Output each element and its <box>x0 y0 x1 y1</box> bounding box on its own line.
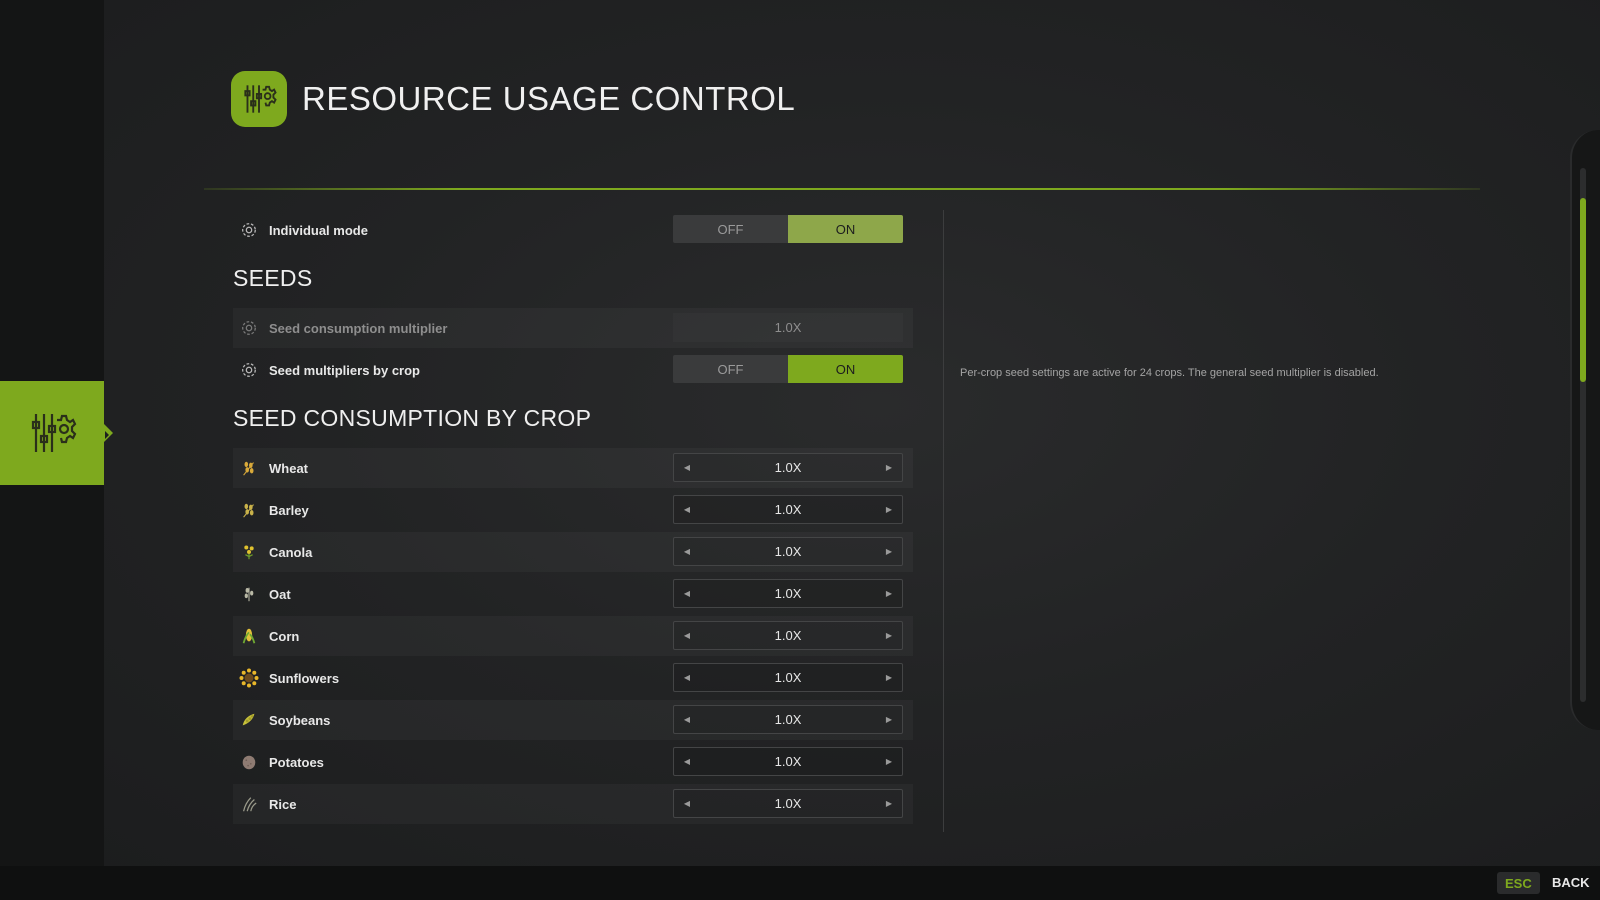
oat-icon <box>239 584 259 604</box>
seed-multipliers-by-crop-label: Seed multipliers by crop <box>269 362 420 378</box>
crop-row-rice: Rice ◀ 1.0X ▶ <box>233 784 913 824</box>
barley-icon <box>239 500 259 520</box>
decrease-arrow-icon[interactable]: ◀ <box>674 454 700 481</box>
settings-screen: RESOURCE USAGE CONTROL Individual mode O… <box>0 0 1600 900</box>
increase-arrow-icon[interactable]: ▶ <box>876 790 902 817</box>
crop-multiplier-stepper[interactable]: ◀ 1.0X ▶ <box>673 495 903 524</box>
crop-row-soybeans: Soybeans ◀ 1.0X ▶ <box>233 700 913 740</box>
crop-row-oat: Oat ◀ 1.0X ▶ <box>233 574 913 614</box>
decrease-arrow-icon[interactable]: ◀ <box>674 538 700 565</box>
crop-label: Rice <box>269 796 297 812</box>
sunflower-icon <box>239 668 259 688</box>
seed-consumption-multiplier-row: Seed consumption multiplier 1.0X <box>233 308 913 348</box>
decrease-arrow-icon[interactable]: ◀ <box>674 706 700 733</box>
crop-multiplier-value: 1.0X <box>774 586 802 601</box>
seed-multipliers-on-option[interactable]: ON <box>788 355 903 383</box>
decrease-arrow-icon[interactable]: ◀ <box>674 664 700 691</box>
panel-divider <box>943 210 944 832</box>
individual-mode-toggle[interactable]: OFF ON <box>673 215 903 243</box>
seed-multipliers-by-crop-toggle[interactable]: OFF ON <box>673 355 903 383</box>
increase-arrow-icon[interactable]: ▶ <box>876 538 902 565</box>
back-button[interactable]: BACK <box>1552 875 1590 890</box>
esc-key-hint[interactable]: ESC <box>1497 872 1540 894</box>
increase-arrow-icon[interactable]: ▶ <box>876 622 902 649</box>
individual-mode-off-option[interactable]: OFF <box>673 215 788 243</box>
crop-multiplier-stepper[interactable]: ◀ 1.0X ▶ <box>673 537 903 566</box>
crop-multiplier-value: 1.0X <box>774 754 802 769</box>
increase-arrow-icon[interactable]: ▶ <box>876 748 902 775</box>
crop-multiplier-stepper[interactable]: ◀ 1.0X ▶ <box>673 705 903 734</box>
wheat-icon <box>239 458 259 478</box>
sidebar-tab-pointer-dot <box>105 431 109 439</box>
scrollbar-thumb[interactable] <box>1580 198 1586 382</box>
crop-row-canola: Canola ◀ 1.0X ▶ <box>233 532 913 572</box>
seeds-heading: SEEDS <box>233 265 313 291</box>
decrease-arrow-icon[interactable]: ◀ <box>674 580 700 607</box>
crop-label: Wheat <box>269 460 308 476</box>
rice-icon <box>239 794 259 814</box>
seed-consumption-by-crop-heading: SEED CONSUMPTION BY CROP <box>233 405 592 431</box>
sidebar-tab-resource-usage[interactable] <box>0 381 113 485</box>
crop-multiplier-value: 1.0X <box>774 628 802 643</box>
crop-multiplier-stepper[interactable]: ◀ 1.0X ▶ <box>673 621 903 650</box>
seed-multipliers-off-option[interactable]: OFF <box>673 355 788 383</box>
crop-multiplier-value: 1.0X <box>774 502 802 517</box>
crop-multiplier-value: 1.0X <box>774 796 802 811</box>
crop-row-corn: Corn ◀ 1.0X ▶ <box>233 616 913 656</box>
seed-multipliers-by-crop-row: Seed multipliers by crop OFF ON <box>233 350 913 390</box>
gear-icon <box>239 360 259 380</box>
header-sliders-gear-icon <box>231 71 287 127</box>
crop-multiplier-stepper[interactable]: ◀ 1.0X ▶ <box>673 747 903 776</box>
seed-consumption-multiplier-label: Seed consumption multiplier <box>269 320 448 336</box>
crop-multiplier-value: 1.0X <box>774 712 802 727</box>
sliders-gear-icon <box>244 85 277 113</box>
footer-bar <box>0 866 1600 900</box>
crop-label: Potatoes <box>269 754 324 770</box>
gear-icon <box>239 220 259 240</box>
crop-label: Oat <box>269 586 291 602</box>
page-title: RESOURCE USAGE CONTROL <box>302 80 796 117</box>
sliders-gear-icon <box>31 414 77 452</box>
gear-icon <box>239 318 259 338</box>
decrease-arrow-icon[interactable]: ◀ <box>674 748 700 775</box>
crop-label: Barley <box>269 502 309 518</box>
crop-row-wheat: Wheat ◀ 1.0X ▶ <box>233 448 913 488</box>
crop-multiplier-value: 1.0X <box>774 544 802 559</box>
crop-row-barley: Barley ◀ 1.0X ▶ <box>233 490 913 530</box>
increase-arrow-icon[interactable]: ▶ <box>876 664 902 691</box>
increase-arrow-icon[interactable]: ▶ <box>876 454 902 481</box>
crop-multiplier-stepper[interactable]: ◀ 1.0X ▶ <box>673 789 903 818</box>
individual-mode-row: Individual mode OFF ON <box>233 210 913 250</box>
individual-mode-label: Individual mode <box>269 222 368 238</box>
crop-label: Soybeans <box>269 712 331 728</box>
crop-row-sunflowers: Sunflowers ◀ 1.0X ▶ <box>233 658 913 698</box>
crop-multiplier-stepper[interactable]: ◀ 1.0X ▶ <box>673 579 903 608</box>
crop-multiplier-stepper[interactable]: ◀ 1.0X ▶ <box>673 453 903 482</box>
individual-mode-on-option[interactable]: ON <box>788 215 903 243</box>
crop-label: Canola <box>269 544 313 560</box>
canola-icon <box>239 542 259 562</box>
crop-multiplier-value: 1.0X <box>774 670 802 685</box>
info-panel-text: Per-crop seed settings are active for 24… <box>960 367 1379 379</box>
crop-label: Corn <box>269 628 300 644</box>
increase-arrow-icon[interactable]: ▶ <box>876 496 902 523</box>
increase-arrow-icon[interactable]: ▶ <box>876 706 902 733</box>
increase-arrow-icon[interactable]: ▶ <box>876 580 902 607</box>
crop-label: Sunflowers <box>269 670 340 686</box>
crop-multiplier-stepper[interactable]: ◀ 1.0X ▶ <box>673 663 903 692</box>
decrease-arrow-icon[interactable]: ◀ <box>674 622 700 649</box>
settings-list: Individual mode OFF ON SEEDS Seed consum… <box>233 210 913 826</box>
title-divider <box>204 188 1480 190</box>
decrease-arrow-icon[interactable]: ◀ <box>674 790 700 817</box>
decrease-arrow-icon[interactable]: ◀ <box>674 496 700 523</box>
seed-consumption-multiplier-value: 1.0X <box>673 313 903 342</box>
crop-multiplier-value: 1.0X <box>774 460 802 475</box>
soybean-icon <box>239 710 259 730</box>
corn-icon <box>239 626 259 646</box>
potato-icon <box>239 752 259 772</box>
crop-row-potatoes: Potatoes ◀ 1.0X ▶ <box>233 742 913 782</box>
